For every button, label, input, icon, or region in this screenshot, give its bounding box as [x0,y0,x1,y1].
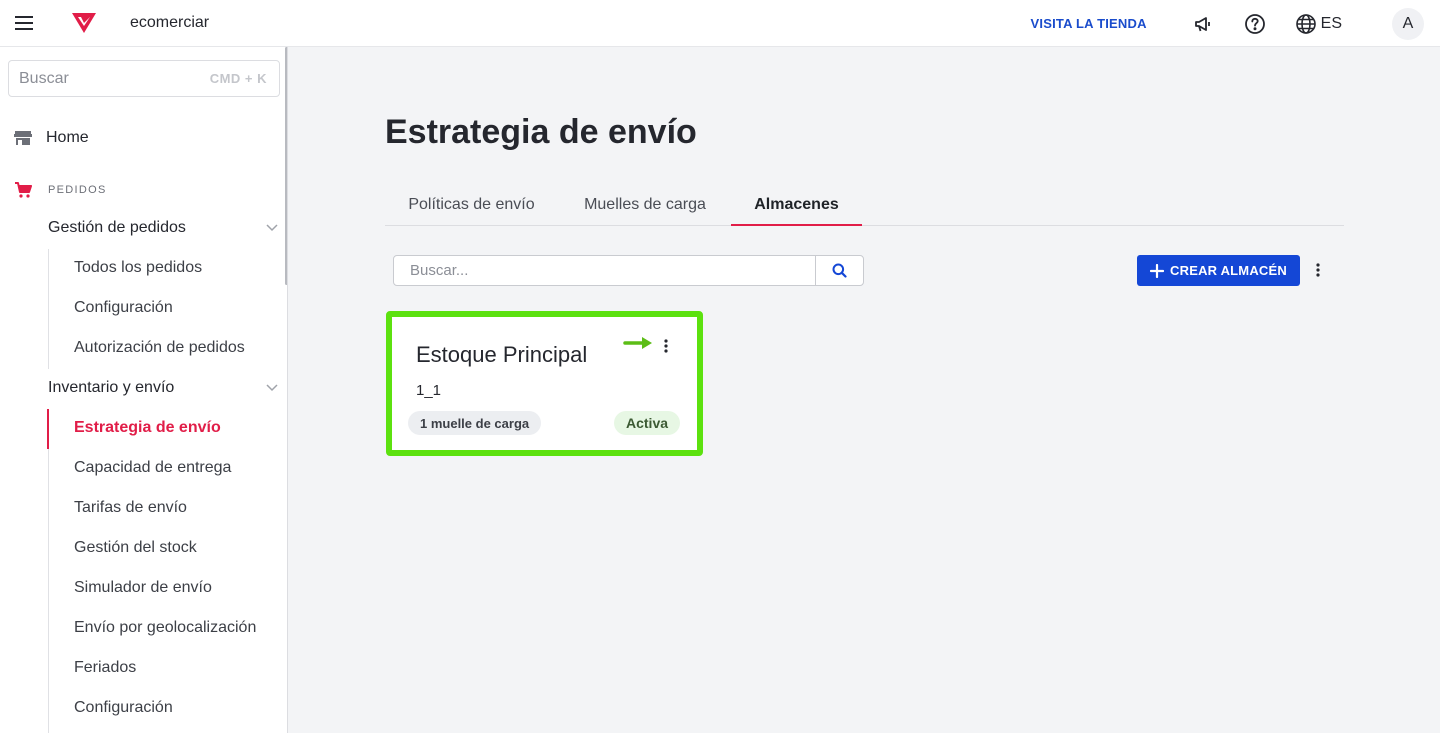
active-indicator [47,409,49,449]
search-button[interactable] [815,255,864,286]
plus-icon [1150,263,1165,278]
sidebar-search-input[interactable]: Buscar CMD + K [8,60,280,97]
tab-warehouses[interactable]: Almacenes [731,187,862,226]
megaphone-icon[interactable] [1191,12,1215,36]
brand-logo-icon[interactable] [64,12,104,34]
create-warehouse-label: CREAR ALMACÉN [1170,263,1287,278]
sidebar-item-shipping-settings[interactable]: Configuración [74,699,173,717]
sidebar-item-home[interactable]: Home [14,129,89,147]
language-selector[interactable]: ES [1295,13,1342,35]
sidebar-item-label: Home [46,129,89,146]
chevron-down-icon [266,224,278,232]
more-options-icon[interactable] [1307,257,1329,283]
tab-loading-docks[interactable]: Muelles de carga [566,187,724,226]
sidebar: Buscar CMD + K Home PEDIDOS Gestión de p… [0,47,288,733]
sidebar-item-geolocation-shipping[interactable]: Envío por geolocalización [74,619,256,637]
warehouse-name: Estoque Principal [416,342,588,367]
tab-shipping-policies[interactable]: Políticas de envío [385,187,558,226]
cart-icon [15,182,32,198]
sidebar-scrollbar[interactable] [285,47,287,285]
sidebar-item-order-settings[interactable]: Configuración [74,299,173,317]
sidebar-group-line [48,249,49,369]
card-more-options-icon[interactable] [656,335,676,357]
sidebar-group-line [48,409,49,733]
store-name: ecomerciar [130,14,210,31]
warehouse-card[interactable]: Estoque Principal 1_1 1 muelle de carga … [392,317,697,450]
warehouse-search-placeholder: Buscar... [410,262,469,279]
help-icon[interactable] [1243,12,1267,36]
sidebar-group-order-management[interactable]: Gestión de pedidos [48,219,278,237]
warehouse-code: 1_1 [416,382,442,399]
sidebar-group-label: Gestión de pedidos [48,219,186,236]
sidebar-section-orders: PEDIDOS [14,181,107,199]
top-bar: ecomerciar VISITA LA TIENDA ES A [0,0,1440,47]
page-title: Estrategia de envío [385,113,697,151]
sidebar-item-shipping-rates[interactable]: Tarifas de envío [74,499,187,517]
sidebar-item-all-orders[interactable]: Todos los pedidos [74,259,202,277]
tab-bar: Políticas de envío Muelles de carga Alma… [385,187,1344,226]
warehouse-search-input[interactable]: Buscar... [393,255,816,286]
arrow-right-icon [623,335,655,356]
sidebar-group-label: Inventario y envío [48,379,175,396]
globe-icon [1295,13,1316,34]
sidebar-search-placeholder: Buscar [19,69,69,87]
sidebar-group-inventory-shipping[interactable]: Inventario y envío [48,379,278,397]
avatar[interactable]: A [1392,7,1424,40]
sidebar-item-stock-management[interactable]: Gestión del stock [74,539,197,557]
status-badge: Activa [614,411,681,435]
menu-icon[interactable] [0,0,48,47]
sidebar-item-holidays[interactable]: Feriados [74,659,136,677]
sidebar-item-delivery-capacity[interactable]: Capacidad de entrega [74,459,231,477]
chevron-down-icon [266,384,278,392]
storefront-icon [14,131,32,145]
search-shortcut: CMD + K [209,71,267,86]
create-warehouse-button[interactable]: CREAR ALMACÉN [1137,255,1300,286]
language-label: ES [1320,14,1342,32]
sidebar-item-shipping-strategy[interactable]: Estrategia de envío [74,419,221,437]
docks-badge: 1 muelle de carga [408,411,542,435]
visit-store-link[interactable]: VISITA LA TIENDA [1031,16,1147,31]
search-icon [832,263,847,278]
sidebar-section-label: PEDIDOS [48,184,107,196]
sidebar-item-order-authorization[interactable]: Autorización de pedidos [74,339,245,357]
sidebar-item-shipping-simulator[interactable]: Simulador de envío [74,579,212,597]
